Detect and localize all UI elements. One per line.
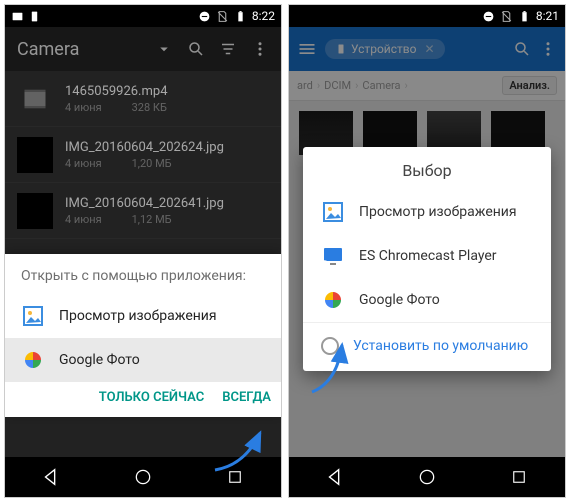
dialog-app-row[interactable]: ES Chromecast Player	[303, 234, 551, 278]
dialog-app-label: Google Фото	[359, 292, 440, 308]
chooser-app-label: Просмотр изображения	[59, 308, 217, 324]
set-default-row[interactable]: Установить по умолчанию	[303, 322, 551, 371]
notif-icon	[28, 10, 41, 23]
status-time: 8:22	[252, 9, 275, 23]
back-button[interactable]	[320, 462, 350, 492]
chooser-title: Открыть с помощью приложения:	[5, 254, 281, 294]
no-sim-icon	[216, 10, 229, 23]
image-viewer-icon	[321, 200, 345, 224]
phone-left: 8:22 Camera 1465059926.mp4 4 июня328 КБ	[4, 4, 282, 498]
nav-bar	[289, 457, 565, 497]
dialog-title: Выбор	[303, 147, 551, 190]
app-chooser-sheet: Открыть с помощью приложения: Просмотр и…	[5, 254, 281, 417]
dnd-icon	[198, 10, 211, 23]
always-button[interactable]: ВСЕГДА	[222, 390, 271, 405]
chooser-app-row[interactable]: Просмотр изображения	[5, 294, 281, 338]
chromecast-icon	[321, 244, 345, 268]
chooser-app-row[interactable]: Google Фото	[5, 338, 281, 382]
just-once-button[interactable]: ТОЛЬКО СЕЙЧАС	[99, 390, 204, 405]
recents-button[interactable]	[220, 462, 250, 492]
chooser-app-label: Google Фото	[59, 352, 140, 368]
battery-icon	[518, 10, 531, 23]
radio-unchecked-icon[interactable]	[321, 337, 339, 355]
image-viewer-icon	[21, 304, 45, 328]
google-photos-icon	[21, 348, 45, 372]
right-content: Устройство ✕ ard › DCIM › Camera › Анали…	[289, 27, 565, 457]
dnd-icon	[482, 10, 495, 23]
back-button[interactable]	[36, 462, 66, 492]
dialog-app-row[interactable]: Google Фото	[303, 278, 551, 322]
dialog-app-row[interactable]: Просмотр изображения	[303, 190, 551, 234]
status-bar: 8:22	[5, 5, 281, 27]
status-bar: 8:21	[289, 5, 565, 27]
no-sim-icon	[500, 10, 513, 23]
set-default-label: Установить по умолчанию	[353, 338, 528, 354]
nav-bar	[5, 457, 281, 497]
recents-button[interactable]	[504, 462, 534, 492]
home-button[interactable]	[412, 462, 442, 492]
status-time: 8:21	[536, 9, 559, 23]
dialog-app-label: Просмотр изображения	[359, 204, 517, 220]
gallery-notif-icon	[11, 10, 24, 23]
left-content: Camera 1465059926.mp4 4 июня328 КБ	[5, 27, 281, 457]
dialog-app-label: ES Chromecast Player	[359, 248, 497, 264]
open-with-dialog: Выбор Просмотр изображения ES Chromecast…	[303, 147, 551, 371]
google-photos-icon	[321, 288, 345, 312]
phone-right: 8:21 Устройство ✕ ard › DCIM › Camera	[288, 4, 566, 498]
home-button[interactable]	[128, 462, 158, 492]
battery-icon	[234, 10, 247, 23]
